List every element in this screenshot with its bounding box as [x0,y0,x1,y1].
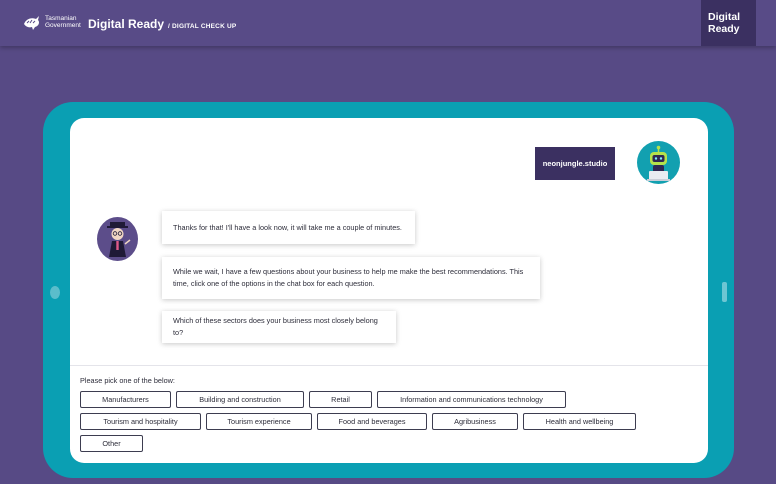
user-message-bubble: neonjungle.studio [535,147,615,180]
chat-screen: neonjungle.studio Thanks for that! I'll [70,118,708,463]
option-retail[interactable]: Retail [309,391,372,408]
assistant-message: While we wait, I have a few questions ab… [162,257,540,299]
option-other[interactable]: Other [80,435,143,452]
option-tourism-experience[interactable]: Tourism experience [206,413,312,430]
tasmanian-government-logo[interactable]: Tasmanian Government [22,12,81,32]
options-prompt: Please pick one of the below: [80,376,175,385]
chat-divider [70,365,708,366]
brand-title[interactable]: Digital Ready / DIGITAL CHECK UP [88,17,236,31]
government-name: Tasmanian Government [45,15,81,29]
option-food-and-beverages[interactable]: Food and beverages [317,413,427,430]
option-health-and-wellbeing[interactable]: Health and wellbeing [523,413,636,430]
assistant-message: Which of these sectors does your busines… [162,311,396,343]
option-building-and-construction[interactable]: Building and construction [176,391,304,408]
digital-ready-badge[interactable]: Digital Ready [701,0,756,46]
assistant-character-icon [107,222,131,257]
user-robot-avatar [637,141,680,184]
assistant-avatar [97,217,138,261]
thylacine-logo-icon [24,16,39,30]
brand-name: Digital Ready [88,17,165,31]
robot-icon [647,145,670,181]
assistant-message: Thanks for that! I'll have a look now, i… [162,211,415,244]
brand-subtitle: / DIGITAL CHECK UP [168,23,237,30]
top-header: Tasmanian Government Digital Ready / DIG… [0,0,776,46]
option-manufacturers[interactable]: Manufacturers [80,391,171,408]
option-tourism-and-hospitality[interactable]: Tourism and hospitality [80,413,201,430]
tablet-camera [50,286,60,299]
tablet-side-button [722,282,727,302]
option-ict[interactable]: Information and communications technolog… [377,391,566,408]
option-agribusiness[interactable]: Agribusiness [432,413,518,430]
